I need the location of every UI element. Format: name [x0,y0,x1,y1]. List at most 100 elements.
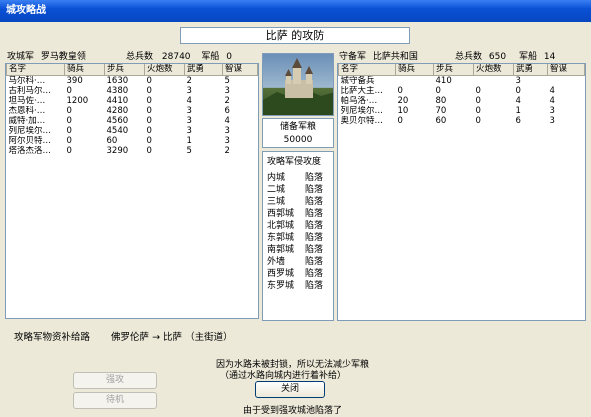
stat-cell: 410 [435,76,452,86]
stat-cell: 4 [224,116,230,126]
stat-cell [474,76,514,87]
area-status: 陷落 [305,185,324,195]
defender-total-label: 总兵数 [455,52,483,62]
col-header[interactable]: 步兵 [433,64,474,76]
stat-cell: 6 [224,106,230,116]
stat-cell: 4540 [106,126,129,136]
progress-item: 二城 陷落 [267,184,333,196]
stat-cell: 2 [224,96,230,106]
table-row[interactable]: 比萨大主… 0 0 0 0 4 [339,86,585,96]
col-header[interactable]: 智谋 [222,64,258,76]
area-status: 陷落 [305,257,324,267]
progress-item: 外墙 陷落 [267,256,333,268]
table-row[interactable]: 帕乌洛·… 20 80 0 4 4 [339,96,585,106]
stat-cell: 3 [186,116,192,126]
result-message: 由于受到强攻城池陷落了 [243,406,343,416]
stat-cell: 3 [224,136,230,146]
stat-cell: 3 [549,106,555,116]
supply-route-value: 佛罗伦萨 → 比萨 （主街道） [111,332,233,343]
attacker-ships-value: 0 [226,52,233,62]
stat-cell: 6 [515,116,521,126]
progress-item: 内城 陷落 [267,172,333,184]
stat-cell: 0 [146,146,152,156]
stat-cell: 0 [146,126,152,136]
col-header[interactable]: 智谋 [547,64,585,76]
stat-cell: 3 [224,126,230,136]
col-header[interactable]: 名字 [6,64,65,76]
col-header[interactable]: 武勇 [513,64,548,76]
stat-cell: 2 [224,146,230,156]
col-header[interactable]: 步兵 [104,64,145,76]
close-button[interactable]: 关闭 [255,381,325,398]
area-status: 陷落 [305,245,324,255]
attacker-list[interactable]: 名字 骑兵 步兵 火炮数 武勇 智谋 马尔科·… 390 1630 0 2 5 古利马尔… 0… [5,63,259,319]
stat-cell: 4380 [106,86,129,96]
table-row[interactable]: 塔洛杰洛… 0 3290 0 5 2 [7,146,258,156]
col-header[interactable]: 名字 [338,64,396,76]
stat-cell: 10 [397,106,409,116]
stat-cell: 3 [186,86,192,96]
stat-cell: 0 [66,136,72,146]
stat-cell: 0 [146,76,152,86]
stat-cell: 4 [549,96,555,106]
stat-cell: 4 [515,96,521,106]
defender-label: 守备军 [339,52,367,62]
table-row[interactable]: 古利马尔… 0 4380 0 3 3 [7,86,258,96]
officer-name-cell: 威特·加… [8,116,46,126]
area-name: 西郭城 [267,209,295,219]
attacker-total-label: 总兵数 [126,52,154,62]
defender-ships-label: 军船 [518,52,537,62]
stat-cell: 0 [435,86,441,96]
table-row[interactable]: 威特·加… 0 4560 0 3 4 [7,116,258,126]
stat-cell: 0 [475,96,481,106]
table-row[interactable]: 列尼埃尔… 10 70 0 1 3 [339,106,585,116]
stat-cell: 4 [549,86,555,96]
col-header[interactable]: 骑兵 [395,64,434,76]
supply-route-label: 攻略军物资补给路 [14,332,91,343]
attacker-ships-label: 军船 [201,52,220,62]
col-header[interactable]: 骑兵 [64,64,105,76]
stat-cell: 0 [515,86,521,96]
area-status: 陷落 [305,221,324,231]
table-row[interactable]: 杰恩科·… 0 4280 0 3 6 [7,106,258,116]
defender-leader: 比萨共和国 [372,52,418,62]
area-name: 内城 [267,173,286,183]
stat-cell: 3 [515,76,521,86]
table-row[interactable]: 城守备兵 410 3 [339,76,585,87]
stat-cell: 60 [106,136,118,146]
attacker-header: 攻城军 罗马教皇领 [7,49,86,62]
officer-name-cell: 奥贝尔特… [340,116,384,126]
table-row[interactable]: 坦马佐·… 1200 4410 0 4 2 [7,96,258,106]
castle-icon [263,58,333,115]
wait-button[interactable]: 待机 [73,392,157,409]
stat-cell: 80 [435,96,447,106]
col-header[interactable]: 武勇 [184,64,223,76]
stat-cell: 0 [66,116,72,126]
area-status: 陷落 [305,281,324,291]
stat-cell: 390 [66,76,83,86]
stat-cell: 0 [146,86,152,96]
col-header[interactable]: 火炮数 [144,64,185,76]
area-name: 南郭城 [267,245,295,255]
battle-title-text: 比萨 的攻防 [265,29,325,42]
stat-cell: 4560 [106,116,129,126]
table-row[interactable]: 阿尔贝特… 0 60 0 1 3 [7,136,258,146]
area-status: 陷落 [305,269,324,279]
defender-list[interactable]: 名字 骑兵 步兵 火炮数 武勇 智谋 城守备兵 410 3 比萨大主… 0 0 0 0 4 帕乌洛… [337,63,586,321]
stat-cell: 1 [186,136,192,146]
attacker-header-row: 名字 骑兵 步兵 火炮数 武勇 智谋 [6,64,258,76]
assault-button[interactable]: 强攻 [73,372,157,389]
stat-cell: 0 [397,86,403,96]
table-row[interactable]: 列尼埃尔… 0 4540 0 3 3 [7,126,258,136]
stat-cell: 1200 [66,96,89,106]
table-row[interactable]: 马尔科·… 390 1630 0 2 5 [7,76,258,87]
area-status: 陷落 [305,197,324,207]
stat-cell: 3 [224,86,230,96]
stat-cell: 4410 [106,96,129,106]
col-header[interactable]: 火炮数 [473,64,514,76]
stat-cell: 0 [66,126,72,136]
officer-name-cell: 列尼埃尔… [8,126,52,136]
attacker-total: 总兵数 28740 军船 0 [126,49,232,62]
stat-cell: 0 [66,146,72,156]
table-row[interactable]: 奥贝尔特… 0 60 0 6 3 [339,116,585,126]
